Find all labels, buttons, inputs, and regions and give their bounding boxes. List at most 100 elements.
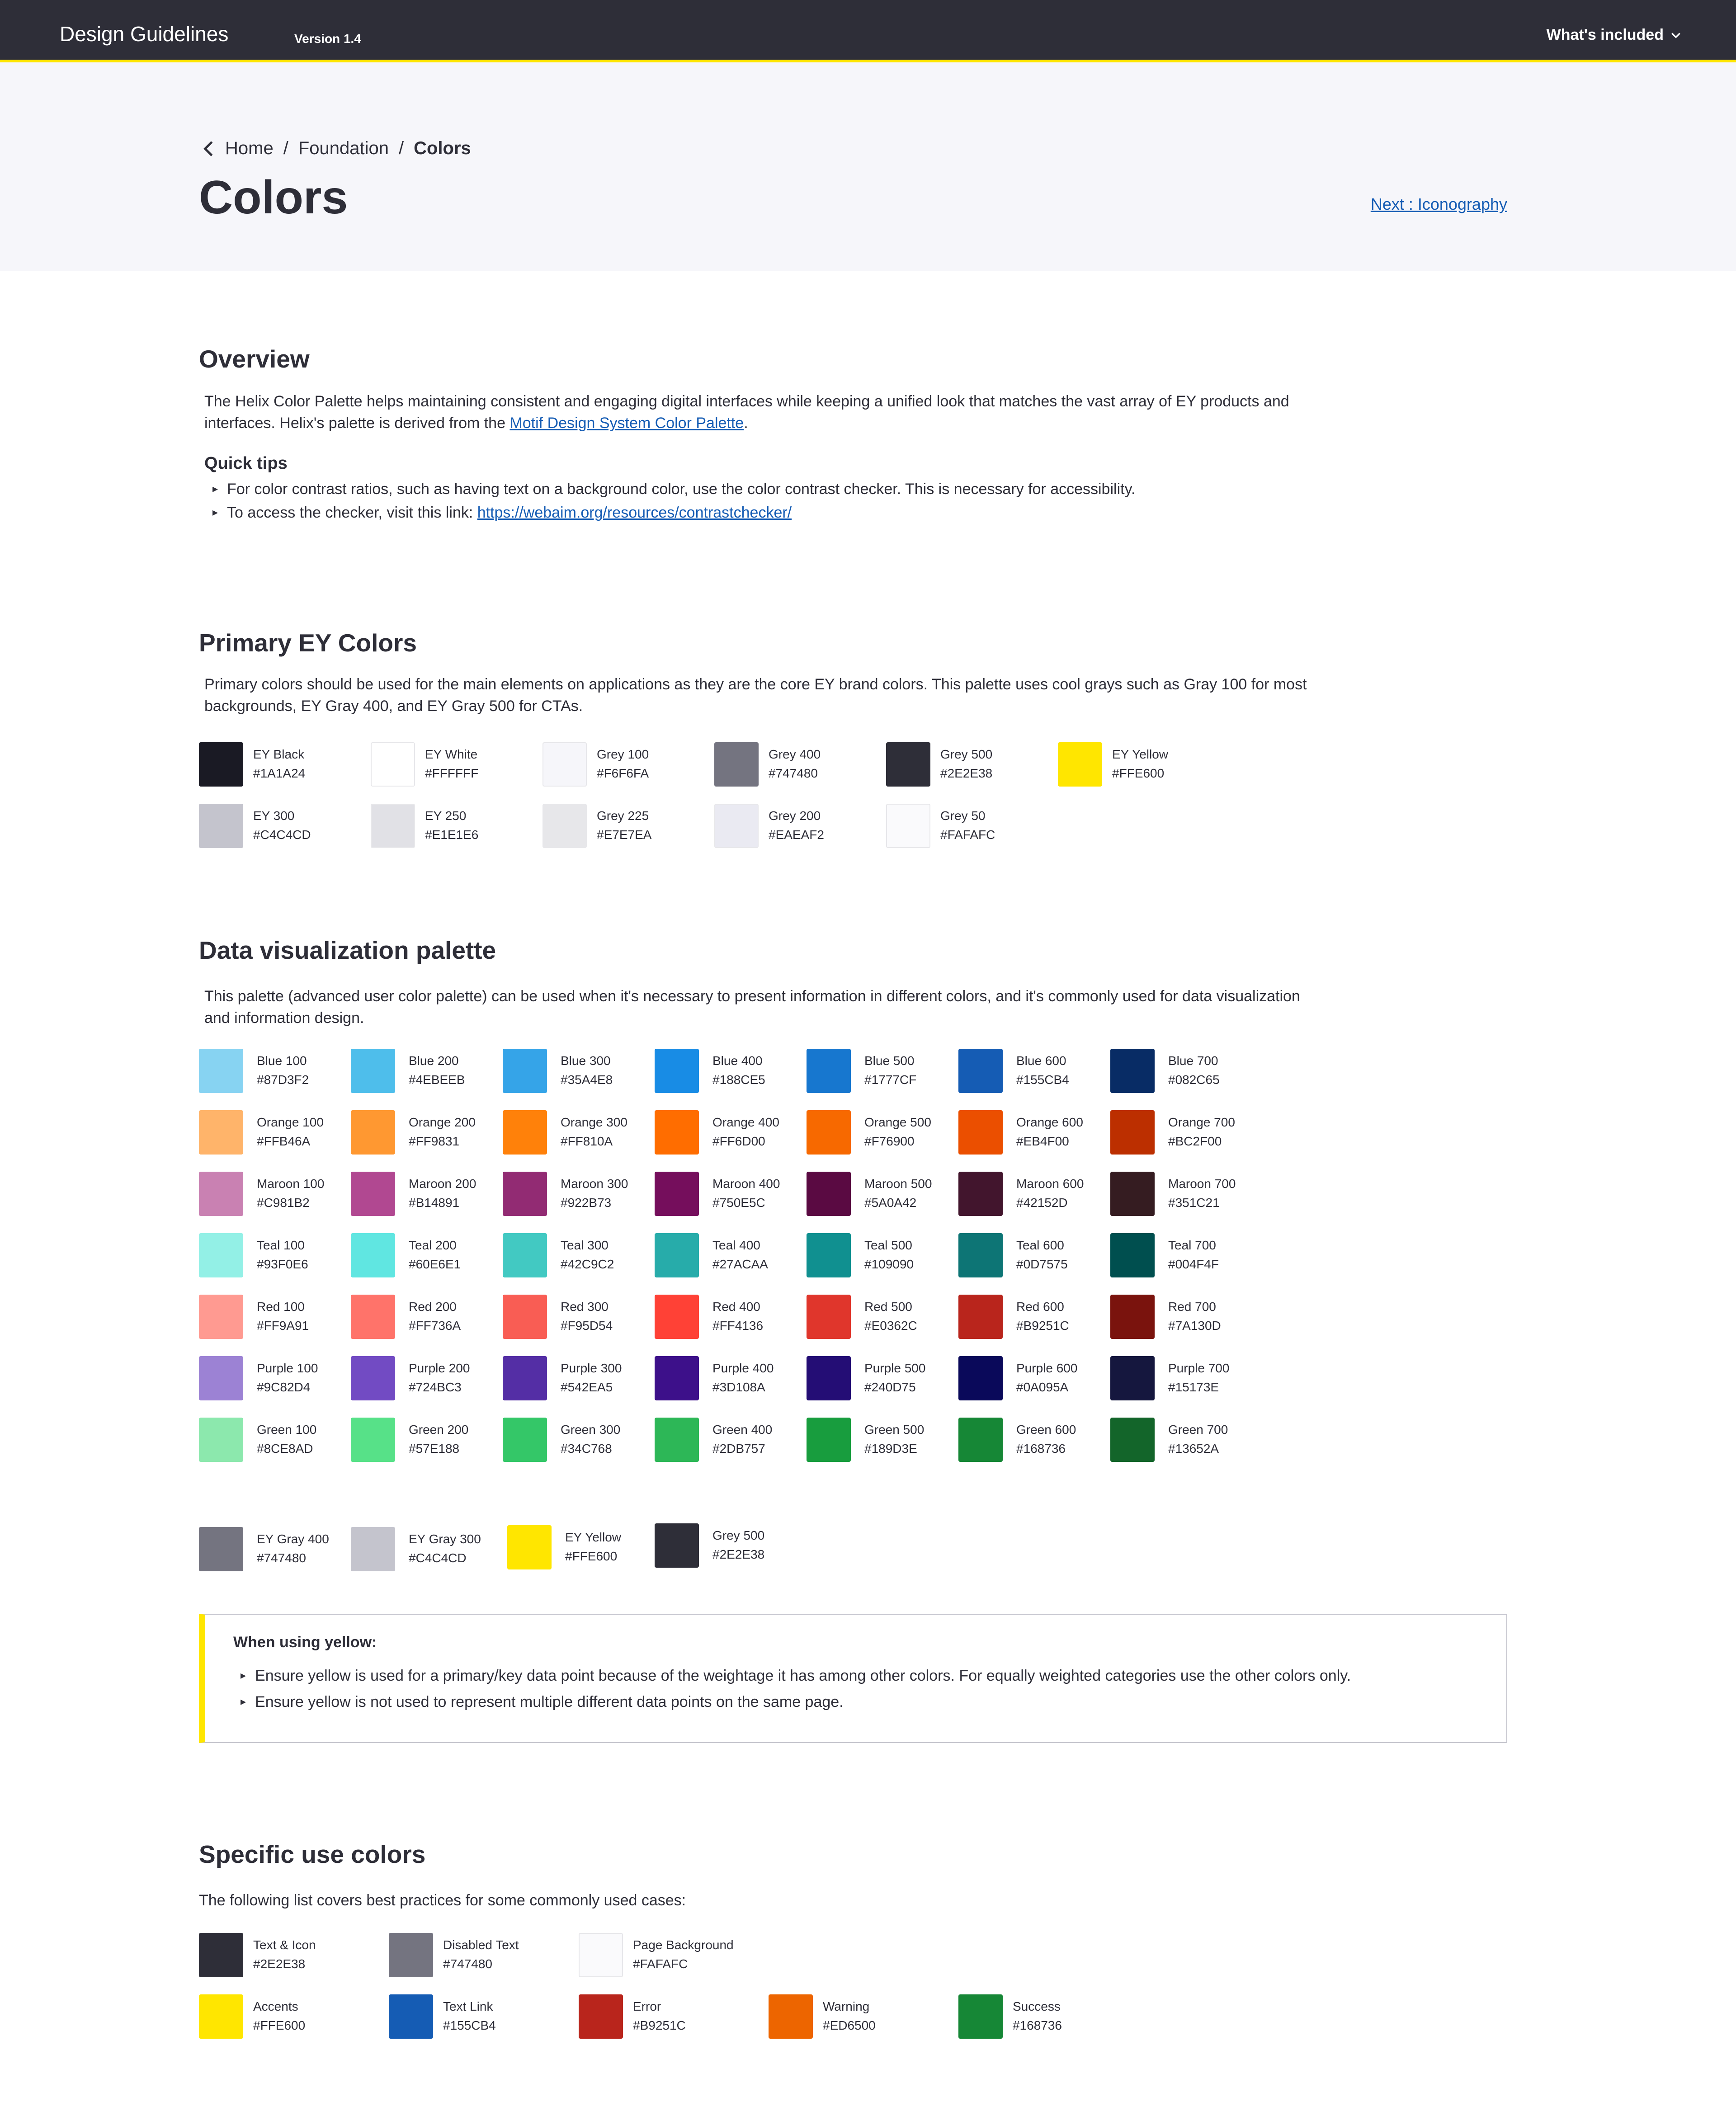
color-swatch-label: Text Link #155CB4 <box>443 1997 496 2035</box>
color-hex[interactable]: #EB4F00 <box>1016 1132 1083 1151</box>
color-hex[interactable]: #004F4F <box>1168 1255 1219 1274</box>
color-hex[interactable]: #750E5C <box>712 1193 780 1212</box>
color-hex[interactable]: #FF810A <box>561 1132 627 1151</box>
color-hex[interactable]: #189D3E <box>864 1439 924 1458</box>
color-hex[interactable]: #B9251C <box>1016 1316 1069 1335</box>
color-hex[interactable]: #57E188 <box>409 1439 468 1458</box>
color-hex[interactable]: #ED6500 <box>823 2016 876 2035</box>
color-swatch-blue-700 <box>1110 1049 1155 1093</box>
color-hex[interactable]: #F6F6FA <box>597 764 649 783</box>
color-swatch-red-200 <box>351 1295 395 1339</box>
color-hex[interactable]: #4EBEEB <box>409 1070 465 1089</box>
color-hex[interactable]: #FFB46A <box>257 1132 324 1151</box>
color-hex[interactable]: #F95D54 <box>561 1316 613 1335</box>
color-hex[interactable]: #15173E <box>1168 1378 1229 1397</box>
color-swatch-label: Red 200 #FF736A <box>409 1297 461 1335</box>
color-hex[interactable]: #60E6E1 <box>409 1255 461 1274</box>
quick-tip-text: For color contrast ratios, such as havin… <box>227 481 1136 498</box>
color-hex[interactable]: #3D108A <box>712 1378 774 1397</box>
color-hex[interactable]: #351C21 <box>1168 1193 1236 1212</box>
breadcrumb-foundation[interactable]: Foundation <box>298 138 389 159</box>
color-swatch-red-100 <box>199 1295 243 1339</box>
color-hex[interactable]: #C981B2 <box>257 1193 324 1212</box>
color-hex[interactable]: #13652A <box>1168 1439 1228 1458</box>
app-title[interactable]: Design Guidelines <box>60 22 228 46</box>
color-hex[interactable]: #FFE600 <box>1112 764 1168 783</box>
color-swatch-grey-500 <box>886 742 930 787</box>
contrast-checker-link[interactable]: https://webaim.org/resources/contrastche… <box>477 504 792 521</box>
color-hex[interactable]: #1777CF <box>864 1070 916 1089</box>
color-hex[interactable]: #8CE8AD <box>257 1439 316 1458</box>
color-hex[interactable]: #EAEAF2 <box>769 825 824 844</box>
color-hex[interactable]: #87D3F2 <box>257 1070 309 1089</box>
color-hex[interactable]: #2DB757 <box>712 1439 772 1458</box>
note-title: When using yellow: <box>233 1634 377 1651</box>
color-hex[interactable]: #FFFFFF <box>425 764 478 783</box>
color-swatch-purple-500 <box>807 1356 851 1400</box>
color-hex[interactable]: #34C768 <box>561 1439 620 1458</box>
breadcrumb-home[interactable]: Home <box>225 138 274 159</box>
color-hex[interactable]: #7A130D <box>1168 1316 1221 1335</box>
color-hex[interactable]: #C4C4CD <box>409 1549 481 1568</box>
color-hex[interactable]: #188CE5 <box>712 1070 765 1089</box>
color-hex[interactable]: #E0362C <box>864 1316 917 1335</box>
color-hex[interactable]: #B9251C <box>633 2016 686 2035</box>
color-hex[interactable]: #42152D <box>1016 1193 1084 1212</box>
page-header: Home / Foundation / Colors Colors Next :… <box>0 62 1736 271</box>
color-hex[interactable]: #240D75 <box>864 1378 925 1397</box>
motif-palette-link[interactable]: Motif Design System Color Palette <box>509 415 744 432</box>
color-hex[interactable]: #155CB4 <box>1016 1070 1069 1089</box>
color-hex[interactable]: #2E2E38 <box>253 1955 316 1974</box>
color-hex[interactable]: #FAFAFC <box>940 825 995 844</box>
color-hex[interactable]: #724BC3 <box>409 1378 470 1397</box>
color-swatch-label: Blue 700 #082C65 <box>1168 1051 1220 1089</box>
whats-included-menu[interactable]: What's included <box>1547 26 1682 44</box>
color-hex[interactable]: #FFE600 <box>253 2016 305 2035</box>
next-page-link[interactable]: Next : Iconography <box>1371 195 1507 214</box>
color-hex[interactable]: #082C65 <box>1168 1070 1220 1089</box>
color-swatch-maroon-300 <box>503 1172 547 1216</box>
color-hex[interactable]: #168736 <box>1016 1439 1076 1458</box>
color-hex[interactable]: #5A0A42 <box>864 1193 932 1212</box>
color-swatch-teal-600 <box>958 1233 1003 1277</box>
color-hex[interactable]: #93F0E6 <box>257 1255 308 1274</box>
color-hex[interactable]: #FAFAFC <box>633 1955 734 1974</box>
color-hex[interactable]: #BC2F00 <box>1168 1132 1235 1151</box>
color-hex[interactable]: #FF9831 <box>409 1132 476 1151</box>
color-name: Text Link <box>443 1999 493 2013</box>
color-name: Purple 100 <box>257 1361 318 1375</box>
color-hex[interactable]: #FF736A <box>409 1316 461 1335</box>
color-hex[interactable]: #747480 <box>443 1955 519 1974</box>
color-hex[interactable]: #E1E1E6 <box>425 825 478 844</box>
color-hex[interactable]: #542EA5 <box>561 1378 622 1397</box>
color-hex[interactable]: #2E2E38 <box>712 1545 764 1564</box>
color-hex[interactable]: #168736 <box>1013 2016 1062 2035</box>
color-hex[interactable]: #FF6D00 <box>712 1132 779 1151</box>
color-hex[interactable]: #0D7575 <box>1016 1255 1068 1274</box>
color-hex[interactable]: #F76900 <box>864 1132 931 1151</box>
color-hex[interactable]: #B14891 <box>409 1193 476 1212</box>
color-hex[interactable]: #35A4E8 <box>561 1070 613 1089</box>
color-hex[interactable]: #922B73 <box>561 1193 628 1212</box>
color-hex[interactable]: #E7E7EA <box>597 825 651 844</box>
chevron-left-icon[interactable] <box>200 140 218 158</box>
color-name: Purple 700 <box>1168 1361 1230 1375</box>
color-hex[interactable]: #FF9A91 <box>257 1316 309 1335</box>
color-hex[interactable]: #2E2E38 <box>940 764 992 783</box>
color-swatch-label: Blue 500 #1777CF <box>864 1051 916 1089</box>
color-hex[interactable]: #42C9C2 <box>561 1255 614 1274</box>
color-swatch-label: Purple 200 #724BC3 <box>409 1359 470 1397</box>
color-hex[interactable]: #27ACAA <box>712 1255 768 1274</box>
color-hex[interactable]: #747480 <box>257 1549 329 1568</box>
color-hex[interactable]: #0A095A <box>1016 1378 1077 1397</box>
color-hex[interactable]: #C4C4CD <box>253 825 311 844</box>
color-hex[interactable]: #FFE600 <box>565 1547 621 1566</box>
color-hex[interactable]: #155CB4 <box>443 2016 496 2035</box>
color-hex[interactable]: #109090 <box>864 1255 914 1274</box>
whats-included-label: What's included <box>1546 26 1664 43</box>
color-hex[interactable]: #9C82D4 <box>257 1378 318 1397</box>
color-hex[interactable]: #1A1A24 <box>253 764 305 783</box>
color-hex[interactable]: #FF4136 <box>712 1316 763 1335</box>
color-swatch-text-link <box>389 1994 433 2039</box>
color-hex[interactable]: #747480 <box>769 764 821 783</box>
